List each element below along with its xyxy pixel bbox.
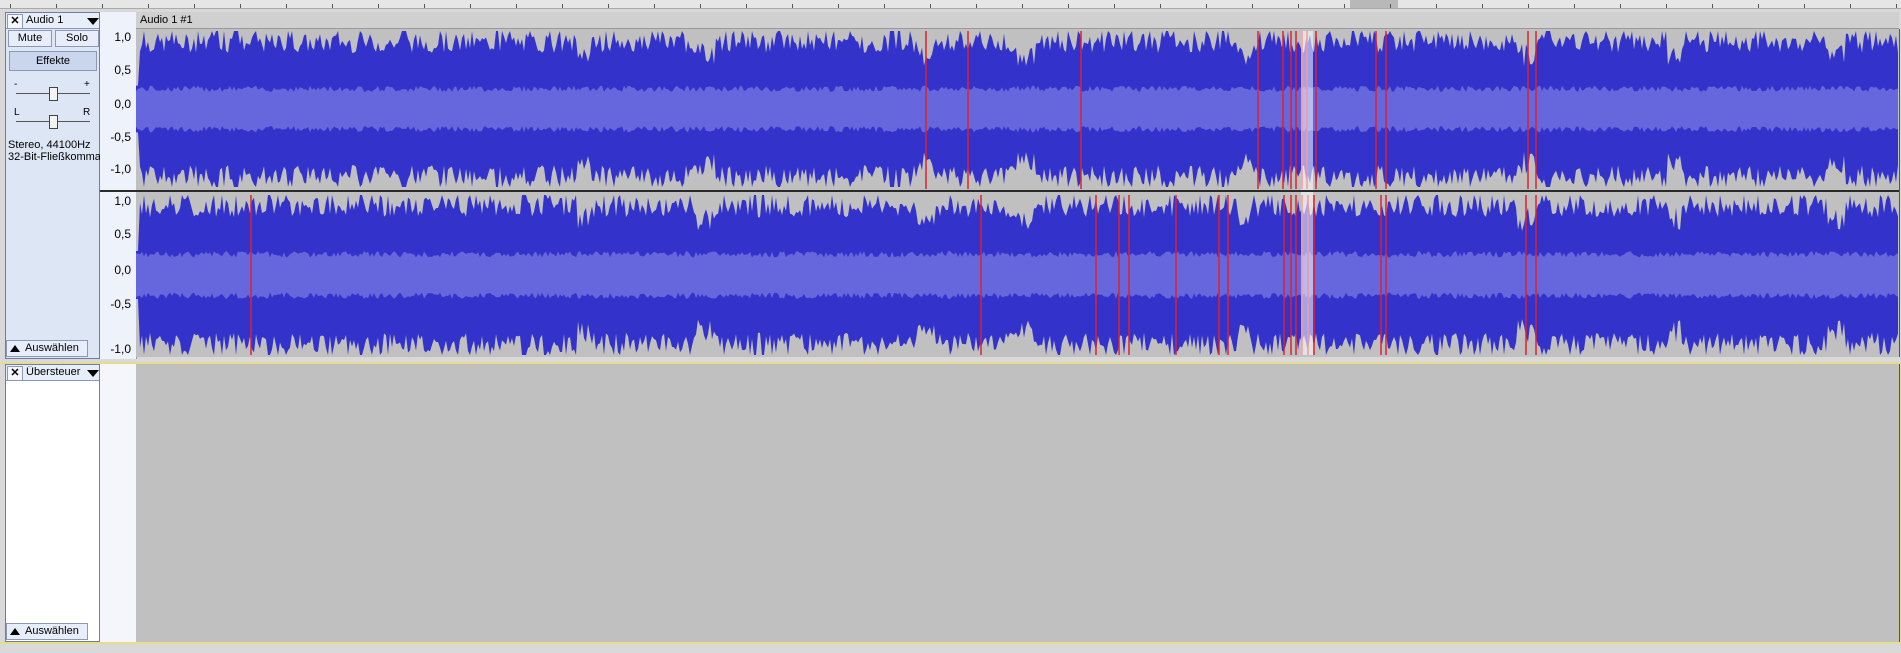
waveform-channel-1 bbox=[136, 85, 1898, 133]
ruler-tick bbox=[1206, 4, 1207, 8]
ruler-tick bbox=[332, 4, 333, 8]
clip-name: Audio 1 #1 bbox=[140, 14, 193, 26]
select-track-button[interactable]: Auswählen bbox=[6, 623, 88, 640]
scale-label: 0,5 bbox=[114, 63, 131, 77]
track-title-bar: ✕ Übersteueru bbox=[6, 365, 99, 381]
ruler-tick bbox=[1574, 4, 1575, 8]
scale-label: -0,5 bbox=[110, 297, 131, 311]
ruler-tick bbox=[148, 4, 149, 8]
gain-plus-label: + bbox=[84, 79, 90, 90]
ruler-tick bbox=[286, 4, 287, 8]
ruler-tick bbox=[1298, 4, 1299, 8]
select-track-button[interactable]: Auswählen bbox=[6, 340, 88, 357]
ruler-tick bbox=[1068, 4, 1069, 8]
collapse-icon[interactable] bbox=[10, 628, 20, 635]
ruler-tick bbox=[792, 4, 793, 8]
track-format-depth: 32-Bit-Fließkomma bbox=[8, 151, 101, 163]
ruler-tick bbox=[1712, 4, 1713, 8]
track-name-menu[interactable]: Audio 1 bbox=[26, 14, 81, 27]
waveform-area[interactable] bbox=[136, 29, 1900, 357]
ruler-tick bbox=[1528, 4, 1529, 8]
track-control-panel: ✕ Audio 1 Mute Solo Effekte - + L R Ster… bbox=[5, 12, 101, 359]
chevron-down-icon[interactable] bbox=[87, 18, 99, 25]
scale-label: 0,5 bbox=[114, 227, 131, 241]
ruler-tick bbox=[1160, 4, 1161, 8]
ruler-tick bbox=[1482, 4, 1483, 8]
ruler-tick bbox=[1436, 4, 1437, 8]
effects-button[interactable]: Effekte bbox=[9, 51, 97, 71]
gain-slider-knob[interactable] bbox=[49, 87, 58, 101]
ruler-tick bbox=[1252, 4, 1253, 8]
close-track-icon[interactable]: ✕ bbox=[7, 14, 23, 29]
ruler-tick bbox=[378, 4, 379, 8]
ruler-tick bbox=[884, 4, 885, 8]
track-name-menu[interactable]: Übersteueru bbox=[26, 366, 81, 379]
track-title-bar: ✕ Audio 1 bbox=[6, 13, 99, 29]
ruler-tick bbox=[56, 4, 57, 8]
scale-label: 0,0 bbox=[114, 97, 131, 111]
selection-highlight[interactable] bbox=[1301, 31, 1313, 355]
label-area[interactable] bbox=[136, 364, 1900, 642]
ruler-tick bbox=[1114, 4, 1115, 8]
scale-label: 0,0 bbox=[114, 263, 131, 277]
scale-label: -1,0 bbox=[110, 342, 131, 356]
ruler-tick bbox=[10, 4, 11, 8]
ruler-tick bbox=[608, 4, 609, 8]
solo-button[interactable]: Solo bbox=[55, 30, 99, 47]
waveform-channel-2 bbox=[136, 251, 1898, 299]
ruler-tick bbox=[1758, 4, 1759, 8]
scale-label: -0,5 bbox=[110, 130, 131, 144]
scale-label: 1,0 bbox=[114, 194, 131, 208]
select-label: Auswählen bbox=[25, 625, 79, 637]
track-control-panel: ✕ Übersteueru Auswählen bbox=[5, 364, 100, 642]
pan-slider-knob[interactable] bbox=[49, 115, 58, 129]
gain-minus-label: - bbox=[14, 79, 18, 90]
ruler-tick bbox=[746, 4, 747, 8]
mute-button[interactable]: Mute bbox=[8, 30, 52, 47]
ruler-tick bbox=[562, 4, 563, 8]
audio-track-1: ✕ Audio 1 Mute Solo Effekte - + L R Ster… bbox=[0, 12, 1901, 359]
ruler-tick bbox=[1022, 4, 1023, 8]
chevron-down-icon[interactable] bbox=[87, 370, 99, 377]
ruler-tick bbox=[930, 4, 931, 8]
ruler-tick bbox=[1896, 4, 1897, 8]
ruler-tick bbox=[194, 4, 195, 8]
ruler-tick bbox=[838, 4, 839, 8]
pan-right-label: R bbox=[83, 107, 91, 118]
ruler-tick bbox=[1620, 4, 1621, 8]
ruler-tick bbox=[240, 4, 241, 8]
ruler-tick bbox=[976, 4, 977, 8]
ruler-tick bbox=[1344, 4, 1345, 8]
scale-label: -1,0 bbox=[110, 162, 131, 176]
scale-label: 1,0 bbox=[114, 30, 131, 44]
ruler-tick bbox=[102, 4, 103, 8]
pan-left-label: L bbox=[14, 107, 20, 118]
ruler-tick bbox=[424, 4, 425, 8]
collapse-icon[interactable] bbox=[10, 345, 20, 352]
ruler-tick bbox=[516, 4, 517, 8]
label-track-gutter bbox=[100, 364, 137, 642]
label-track-overdrive: ✕ Übersteueru Auswählen bbox=[0, 362, 1901, 644]
clip-header[interactable] bbox=[136, 12, 1899, 29]
ruler-tick bbox=[654, 4, 655, 8]
ruler-tick bbox=[470, 4, 471, 8]
ruler-tick bbox=[1666, 4, 1667, 8]
ruler-tick bbox=[700, 4, 701, 8]
amplitude-scale[interactable]: 1,0 0,5 0,0 -0,5 -1,0 1,0 0,5 0,0 -0,5 -… bbox=[100, 12, 137, 359]
ruler-tick bbox=[1850, 4, 1851, 8]
close-track-icon[interactable]: ✕ bbox=[7, 366, 23, 381]
select-label: Auswählen bbox=[25, 342, 79, 354]
ruler-tick bbox=[1804, 4, 1805, 8]
waveform-svg[interactable] bbox=[136, 29, 1899, 357]
timeline-ruler[interactable] bbox=[0, 0, 1901, 9]
channel-divider bbox=[100, 190, 1899, 192]
ruler-tick bbox=[1390, 4, 1391, 8]
